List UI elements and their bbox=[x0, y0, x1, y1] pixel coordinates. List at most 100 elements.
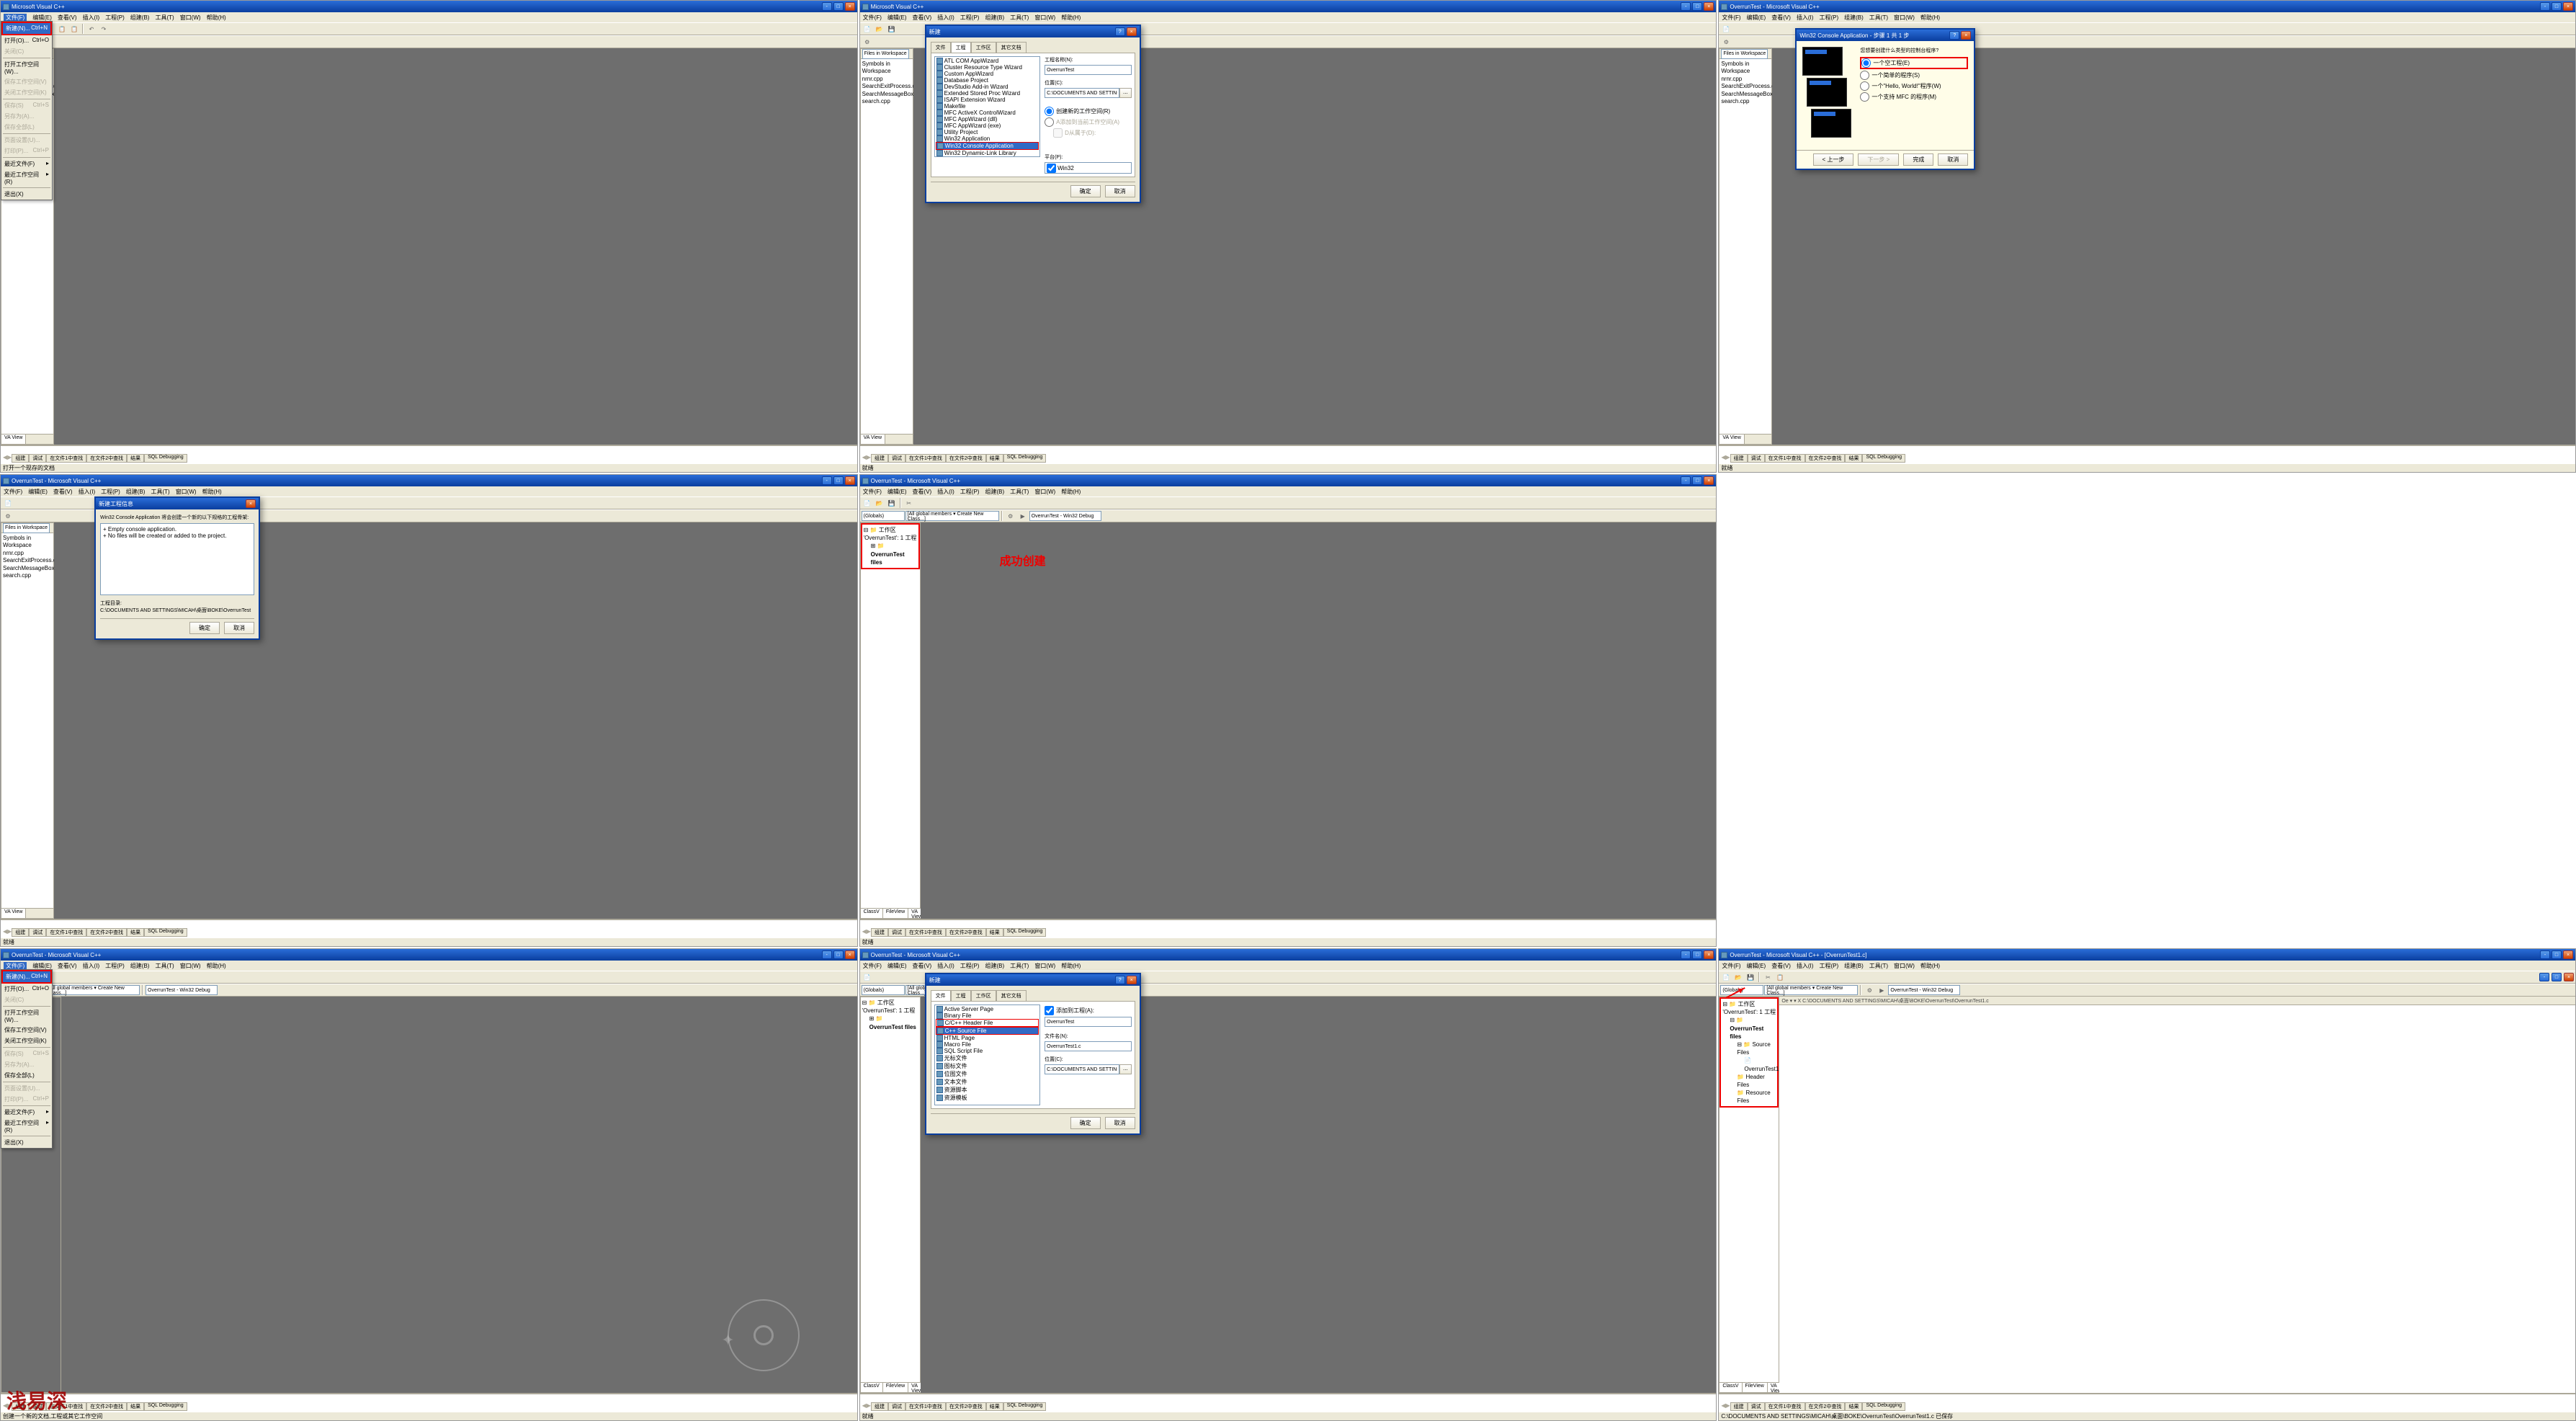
tab-fileview[interactable]: FileView bbox=[883, 909, 908, 918]
close-button[interactable]: × bbox=[845, 2, 855, 11]
mi-recent-f[interactable]: 最近文件(F)▸ bbox=[1, 159, 52, 169]
menu-help[interactable]: 帮助(H) bbox=[1061, 14, 1081, 22]
menu-view[interactable]: 查看(V) bbox=[913, 14, 932, 22]
tab-classview[interactable]: ClassV bbox=[861, 909, 883, 918]
menu-window[interactable]: 窗口(W) bbox=[180, 14, 201, 22]
mi-open[interactable]: 打开(O)...Ctrl+O bbox=[1, 35, 52, 46]
tab-workspaces[interactable]: 工作区 bbox=[971, 990, 996, 1001]
menu-file[interactable]: 文件(F) bbox=[4, 14, 27, 22]
otab-build[interactable]: 组建 bbox=[12, 454, 29, 463]
ok-button[interactable]: 确定 bbox=[1070, 1117, 1101, 1129]
mdi-close-button[interactable]: × bbox=[2564, 973, 2574, 981]
menu-insert[interactable]: 插入(I) bbox=[83, 14, 100, 22]
combo-config[interactable]: OverrunTest - Win32 Debug bbox=[1029, 511, 1101, 521]
sb-tab-vaview[interactable]: VA View bbox=[861, 435, 885, 444]
menu-project[interactable]: 工程(P) bbox=[960, 14, 980, 22]
dialog-close-button[interactable]: × bbox=[1127, 976, 1137, 984]
mi-open-ws[interactable]: 打开工作空间(W)... bbox=[1, 59, 52, 76]
tab-projects[interactable]: 工程 bbox=[951, 990, 971, 1001]
proj-name-input[interactable] bbox=[1045, 65, 1132, 75]
cancel-button[interactable]: 取消 bbox=[224, 622, 254, 634]
titlebar[interactable]: Microsoft Visual C++ - □ × bbox=[1, 1, 857, 12]
mi-close[interactable]: 关闭(C) bbox=[1, 46, 52, 57]
menu-tools[interactable]: 工具(T) bbox=[155, 14, 174, 22]
maximize-button[interactable]: □ bbox=[1692, 2, 1702, 11]
maximize-button[interactable]: □ bbox=[833, 2, 844, 11]
tb-undo-icon[interactable]: ↶ bbox=[86, 24, 97, 34]
mdi-min-button[interactable]: - bbox=[2539, 973, 2549, 981]
tb-paste-icon[interactable]: 📋 bbox=[68, 24, 80, 34]
project-type-list[interactable]: ATL COM AppWizard Cluster Resource Type … bbox=[934, 56, 1040, 157]
addto-combo[interactable]: OverrunTest bbox=[1045, 1017, 1132, 1027]
menu-file[interactable]: 文件(F) bbox=[863, 14, 882, 22]
radio-add-ws[interactable] bbox=[1045, 117, 1054, 127]
close-button[interactable]: × bbox=[1704, 2, 1714, 11]
tb-redo-icon[interactable]: ↷ bbox=[98, 24, 109, 34]
mi-recent-w[interactable]: 最近工作空间(R)▸ bbox=[1, 169, 52, 187]
mi-page[interactable]: 页面设置(U)... bbox=[1, 135, 52, 146]
sidebar-combo[interactable]: Files in Workspace bbox=[862, 49, 909, 59]
otab-find1[interactable]: 在文件1中查找 bbox=[46, 454, 86, 463]
tree-file-node[interactable]: OverrunTest1 bbox=[1744, 1066, 1779, 1072]
cancel-button[interactable]: 取消 bbox=[1938, 153, 1968, 166]
breadcrumb[interactable]: Oe ▾ ▾ X C:\DOCUMENTS AND SETTINGS\MICAH… bbox=[1779, 997, 2575, 1005]
menu-project[interactable]: 工程(P) bbox=[105, 14, 125, 22]
back-button[interactable]: < 上一步 bbox=[1813, 153, 1854, 166]
tab-other[interactable]: 其它文档 bbox=[996, 990, 1027, 1001]
combo-members[interactable]: [All global members ▾ Create New Class..… bbox=[905, 511, 999, 521]
mi-print[interactable]: 打印(P)...Ctrl+P bbox=[1, 146, 52, 156]
tab-workspaces[interactable]: 工作区 bbox=[971, 42, 996, 53]
tab-files[interactable]: 文件 bbox=[931, 990, 951, 1001]
editor-area[interactable]: Oe ▾ ▾ X C:\DOCUMENTS AND SETTINGS\MICAH… bbox=[1779, 997, 2575, 1393]
otab-debug[interactable]: 调试 bbox=[29, 454, 46, 463]
radio-new-ws[interactable] bbox=[1045, 107, 1054, 116]
menu-help[interactable]: 帮助(H) bbox=[207, 14, 226, 22]
tab-other[interactable]: 其它文档 bbox=[996, 42, 1027, 53]
mi-close-ws[interactable]: 关闭工作空间(K) bbox=[1, 87, 52, 98]
menu-build[interactable]: 组建(B) bbox=[130, 14, 150, 22]
otab-sql[interactable]: SQL Debugging bbox=[144, 454, 187, 463]
combo-scope[interactable]: (Globals) bbox=[862, 511, 905, 521]
ok-button[interactable]: 确定 bbox=[1070, 185, 1101, 197]
dialog-close-button[interactable]: × bbox=[1127, 27, 1137, 36]
mi-save-ws[interactable]: 保存工作空间(V) bbox=[1, 76, 52, 87]
menu-edit[interactable]: 编辑(E) bbox=[32, 14, 52, 22]
otab-results[interactable]: 结果 bbox=[127, 454, 144, 463]
otab-find2[interactable]: 在文件2中查找 bbox=[86, 454, 127, 463]
workspace-tree[interactable]: ⊟ 📁 工作区 'OverrunTest': 1 工程 ⊞ 📁 OverrunT… bbox=[861, 523, 920, 569]
info-close-button[interactable]: × bbox=[246, 499, 256, 508]
mi-new[interactable]: 新建(N)...Ctrl+N bbox=[1, 22, 52, 35]
menu-insert[interactable]: 插入(I) bbox=[937, 14, 954, 22]
mdi-max-button[interactable]: □ bbox=[2552, 973, 2562, 981]
cancel-button[interactable]: 取消 bbox=[1105, 185, 1135, 197]
menu-build[interactable]: 组建(B) bbox=[985, 14, 1004, 22]
mi-saveas[interactable]: 另存为(A)... bbox=[1, 111, 52, 122]
minimize-button[interactable]: - bbox=[822, 2, 832, 11]
minimize-button[interactable]: - bbox=[1681, 2, 1691, 11]
ok-button[interactable]: 确定 bbox=[189, 622, 220, 634]
browse-button[interactable]: ... bbox=[1119, 88, 1132, 98]
tab-files[interactable]: 文件 bbox=[931, 42, 951, 53]
mi-saveall[interactable]: 保存全部(L) bbox=[1, 122, 52, 133]
location-input[interactable] bbox=[1045, 88, 1119, 98]
filename-input[interactable] bbox=[1045, 1041, 1132, 1051]
mi-new[interactable]: 新建(N)...Ctrl+N bbox=[1, 970, 52, 984]
menu-tools[interactable]: 工具(T) bbox=[1010, 14, 1029, 22]
tab-projects[interactable]: 工程 bbox=[951, 42, 971, 53]
chk-add-to-proj[interactable] bbox=[1045, 1006, 1054, 1015]
location-input[interactable] bbox=[1045, 1064, 1119, 1074]
file-type-list[interactable]: Active Server Page Binary File C/C++ Hea… bbox=[934, 1004, 1040, 1105]
sb-tab-vaview[interactable]: VA View bbox=[1, 435, 26, 444]
chk-win32[interactable] bbox=[1047, 164, 1056, 173]
finish-button[interactable]: 完成 bbox=[1903, 153, 1933, 166]
mi-save[interactable]: 保存(S)Ctrl+S bbox=[1, 100, 52, 111]
tb-copy-icon[interactable]: 📋 bbox=[56, 24, 68, 34]
menu-edit[interactable]: 编辑(E) bbox=[887, 14, 907, 22]
wizard-close-button[interactable]: × bbox=[1961, 31, 1971, 40]
workspace-tree[interactable]: ⊟ 📁 工作区 'OverrunTest': 1 工程 ⊟ 📁 OverrunT… bbox=[1719, 997, 1779, 1108]
menu-view[interactable]: 查看(V) bbox=[58, 14, 77, 22]
menu-window[interactable]: 窗口(W) bbox=[1034, 14, 1055, 22]
cancel-button[interactable]: 取消 bbox=[1105, 1117, 1135, 1129]
mi-exit[interactable]: 退出(X) bbox=[1, 189, 52, 200]
mi-open[interactable]: 打开(O)...Ctrl+O bbox=[1, 984, 52, 994]
